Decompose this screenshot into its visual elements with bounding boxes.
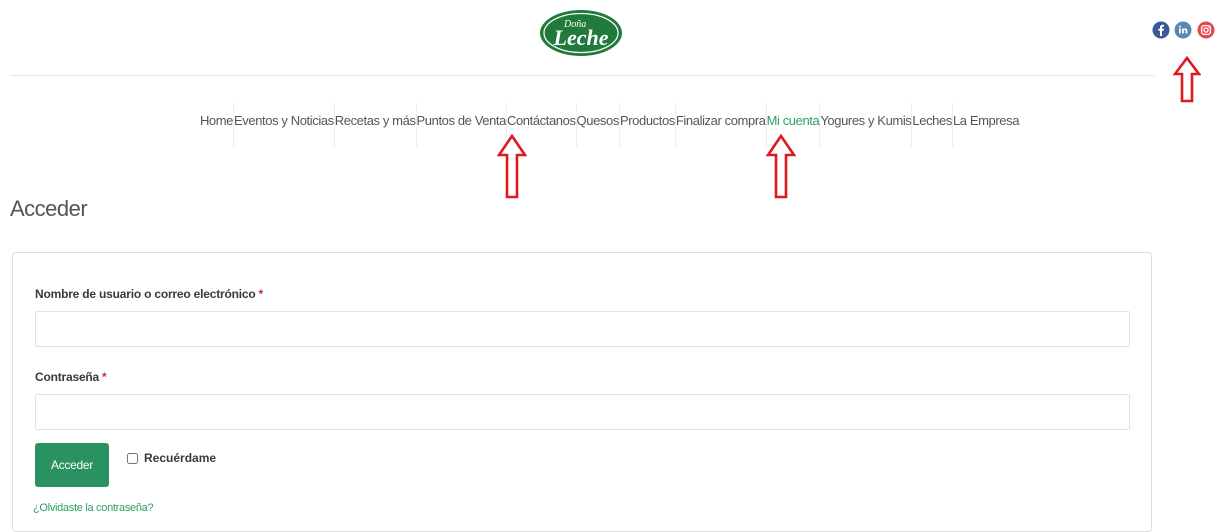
username-input[interactable] — [35, 311, 1130, 347]
username-label-text: Nombre de usuario o correo electrónico — [35, 287, 256, 301]
instagram-icon — [1197, 21, 1215, 39]
required-mark: * — [102, 370, 107, 384]
main-nav: Home Eventos y Noticias Recetas y más Pu… — [0, 103, 1219, 147]
lost-password-link[interactable]: ¿Olvidaste la contraseña? — [33, 502, 154, 514]
nav-item-recetas-y-mas[interactable]: Recetas y más — [335, 103, 417, 147]
dona-leche-logo-icon: Doña Leche — [540, 10, 622, 56]
red-up-arrow-icon — [497, 134, 527, 199]
nav-item-quesos[interactable]: Quesos — [577, 103, 620, 147]
required-mark: * — [258, 287, 263, 301]
password-input[interactable] — [35, 394, 1130, 430]
linkedin-icon — [1174, 21, 1192, 39]
nav-item-puntos-de-venta[interactable]: Puntos de Venta — [417, 103, 507, 147]
remember-me[interactable]: Recuérdame — [127, 451, 216, 465]
nav-item-yogures-y-kumis[interactable]: Yogures y Kumis — [820, 103, 913, 147]
password-label-text: Contraseña — [35, 370, 100, 384]
login-submit-button[interactable]: Acceder — [35, 443, 109, 487]
logo-main-text: Leche — [553, 25, 609, 50]
red-up-arrow-icon — [766, 134, 796, 199]
nav-item-leches[interactable]: Leches — [912, 103, 953, 147]
nav-item-productos[interactable]: Productos — [620, 103, 676, 147]
password-label: Contraseña * — [35, 370, 107, 384]
nav-item-home[interactable]: Home — [200, 103, 235, 147]
username-label: Nombre de usuario o correo electrónico * — [35, 287, 263, 301]
nav-item-la-empresa[interactable]: La Empresa — [953, 103, 1019, 147]
remember-me-checkbox[interactable] — [127, 452, 138, 464]
dona-leche-logo[interactable]: Doña Leche — [538, 8, 624, 58]
red-up-arrow-icon — [1173, 56, 1201, 103]
login-form: Nombre de usuario o correo electrónico * … — [12, 252, 1152, 532]
nav-item-finalizar-compra[interactable]: Finalizar compra — [676, 103, 767, 147]
header-divider — [10, 75, 1155, 76]
remember-me-label: Recuérdame — [144, 451, 217, 465]
instagram-link[interactable] — [1197, 21, 1215, 39]
facebook-icon — [1152, 21, 1170, 39]
page-title: Acceder — [10, 196, 88, 221]
facebook-link[interactable] — [1152, 21, 1170, 39]
linkedin-link[interactable] — [1174, 21, 1192, 39]
nav-item-eventos-y-noticias[interactable]: Eventos y Noticias — [234, 103, 335, 147]
